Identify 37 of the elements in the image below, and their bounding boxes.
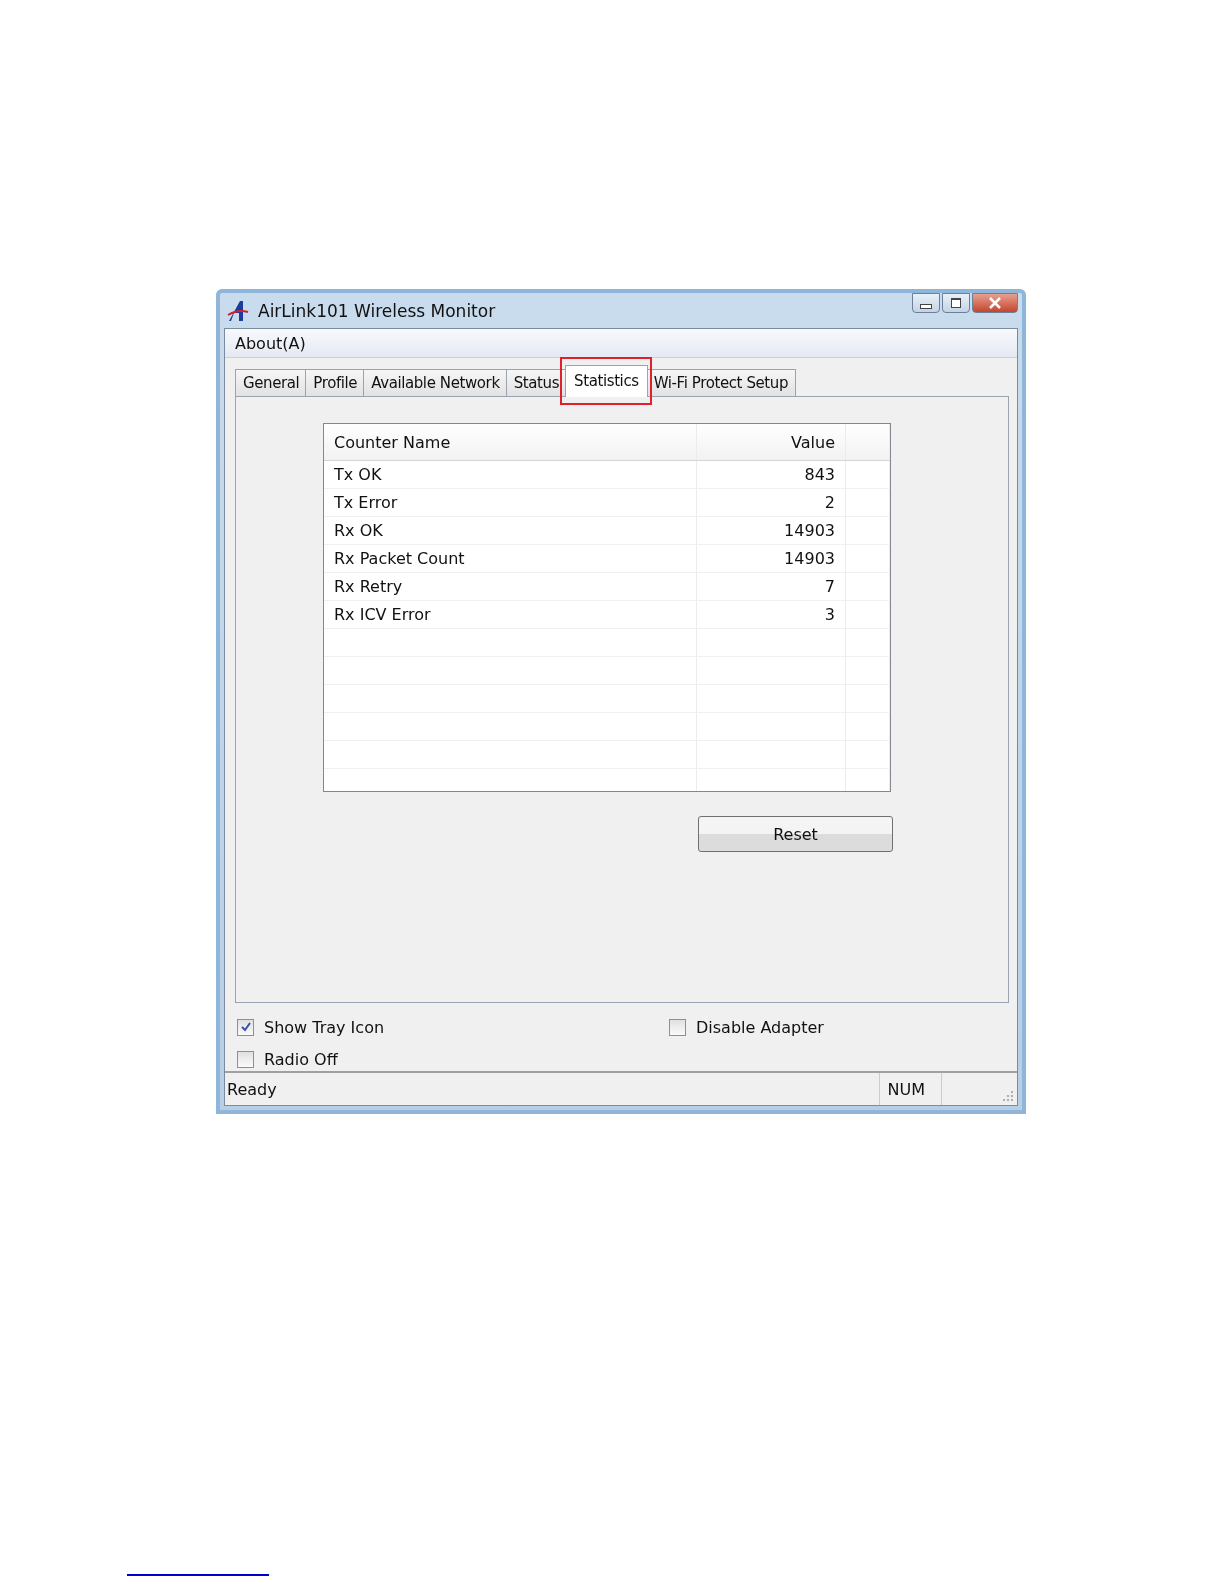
table-cell: 7	[697, 573, 846, 600]
window-title: AirLink101 Wireless Monitor	[258, 300, 496, 321]
minimize-button[interactable]	[912, 293, 940, 313]
tab[interactable]: Wi-Fi Protect Setup	[645, 369, 797, 396]
column-header[interactable]: Counter Name	[324, 424, 697, 460]
resize-grip-icon	[1002, 1090, 1014, 1102]
close-icon	[988, 297, 1002, 309]
table-cell: Rx Packet Count	[324, 545, 697, 572]
column-header[interactable]: Value	[697, 424, 846, 460]
tab[interactable]: Available Network	[363, 369, 508, 396]
table-cell: Tx Error	[324, 489, 697, 516]
tab[interactable]: Status	[505, 369, 568, 396]
table-cell: 14903	[697, 545, 846, 572]
logo-icon	[226, 298, 250, 323]
checkbox-label[interactable]: Disable Adapter	[696, 1017, 824, 1037]
table-cell: 14903	[697, 517, 846, 544]
checkbox-label[interactable]: Radio Off	[264, 1049, 338, 1069]
tab[interactable]: Statistics	[565, 365, 648, 397]
tab[interactable]: General	[235, 369, 308, 396]
checkbox[interactable]	[237, 1050, 254, 1068]
status-message: Ready	[226, 1079, 278, 1099]
tab[interactable]: Profile	[305, 369, 366, 396]
table-cell: 3	[697, 601, 846, 628]
table-cell: Tx OK	[324, 461, 697, 488]
table-cell: Rx ICV Error	[324, 601, 697, 628]
maximize-button[interactable]	[942, 293, 970, 313]
close-button[interactable]	[972, 293, 1018, 313]
checkbox[interactable]	[237, 1018, 254, 1036]
checkbox-label[interactable]: Show Tray Icon	[264, 1017, 385, 1037]
table-cell: 843	[697, 461, 846, 488]
checkbox[interactable]	[669, 1018, 686, 1036]
reset-button[interactable]: Reset	[698, 816, 893, 852]
menu-item[interactable]: About(A)	[231, 333, 310, 353]
table-cell: 2	[697, 489, 846, 516]
table-cell: Rx OK	[324, 517, 697, 544]
status-indicator: NUM	[878, 1073, 941, 1105]
table-cell: Rx Retry	[324, 573, 697, 600]
